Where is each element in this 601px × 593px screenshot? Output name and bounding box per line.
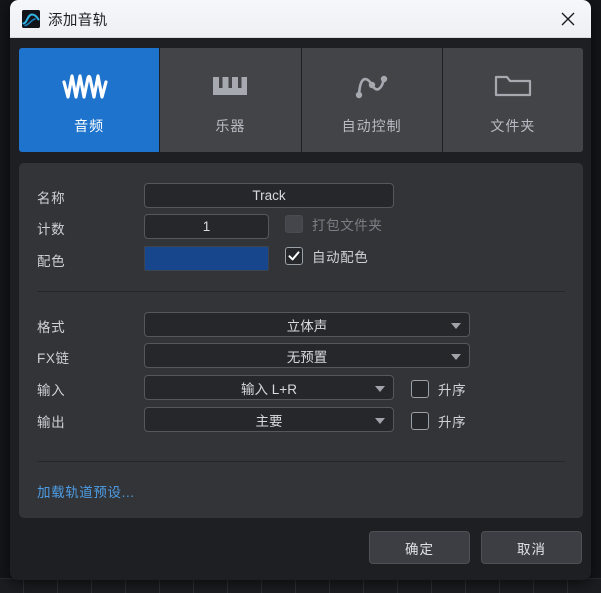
auto-color-checkbox[interactable] <box>285 247 303 265</box>
add-track-dialog: 添加音轨 音频 乐器 自动控制 文件夹 名称 Track 计数 1 打包文件夹 … <box>10 0 591 580</box>
chevron-down-icon <box>451 353 461 360</box>
pack-folder-checkbox <box>285 215 303 233</box>
ruler-tick <box>431 579 432 593</box>
waveform-app-icon <box>22 10 40 28</box>
ruler-tick <box>91 579 92 593</box>
input-ascending-label: 升序 <box>438 383 467 398</box>
ruler-tick <box>23 579 24 593</box>
close-button[interactable] <box>545 0 591 37</box>
chevron-down-icon <box>375 385 385 392</box>
pack-folder-checkbox-row: 打包文件夹 <box>285 214 383 234</box>
track-color-swatch[interactable] <box>144 246 269 271</box>
input-value: 输入 L+R <box>241 381 297 397</box>
tab-automation[interactable]: 自动控制 <box>301 48 442 152</box>
pack-folder-label: 打包文件夹 <box>312 218 383 233</box>
output-ascending-checkbox-row[interactable]: 升序 <box>411 411 466 431</box>
tab-folder-label: 文件夹 <box>490 118 536 134</box>
automation-curve-icon <box>350 64 394 108</box>
timeline-ruler <box>0 578 601 593</box>
close-icon <box>561 12 575 25</box>
ruler-tick <box>567 579 568 593</box>
panel-divider-bottom <box>37 461 565 462</box>
fx-chain-dropdown[interactable]: 无预置 <box>144 343 470 368</box>
output-label: 输出 <box>37 415 66 430</box>
track-settings-panel: 名称 Track 计数 1 打包文件夹 配色 自动配色 格式 立体声 FX链 无… <box>19 163 583 518</box>
fx-chain-value: 无预置 <box>286 349 328 365</box>
track-name-input[interactable]: Track <box>144 183 394 208</box>
name-label: 名称 <box>37 191 66 206</box>
checkmark-icon <box>288 251 300 261</box>
auto-color-checkbox-row[interactable]: 自动配色 <box>285 246 368 266</box>
ruler-tick <box>329 579 330 593</box>
ruler-tick <box>295 579 296 593</box>
format-label: 格式 <box>37 320 66 335</box>
color-label: 配色 <box>37 254 66 269</box>
format-value: 立体声 <box>286 318 328 334</box>
ruler-tick <box>533 579 534 593</box>
tab-folder[interactable]: 文件夹 <box>442 48 583 152</box>
tab-instrument[interactable]: 乐器 <box>160 48 301 152</box>
input-ascending-checkbox-row[interactable]: 升序 <box>411 379 466 399</box>
output-ascending-checkbox[interactable] <box>411 412 429 430</box>
ruler-tick <box>261 579 262 593</box>
output-ascending-label: 升序 <box>438 415 467 430</box>
track-count-input[interactable]: 1 <box>144 214 269 239</box>
input-ascending-checkbox[interactable] <box>411 380 429 398</box>
format-dropdown[interactable]: 立体声 <box>144 312 470 337</box>
output-value: 主要 <box>255 413 283 429</box>
folder-icon <box>490 64 536 108</box>
dialog-title: 添加音轨 <box>48 13 108 29</box>
count-label: 计数 <box>37 222 66 237</box>
fx-chain-label: FX链 <box>37 351 70 366</box>
chevron-down-icon <box>375 417 385 424</box>
chevron-down-icon <box>451 322 461 329</box>
ruler-tick <box>397 579 398 593</box>
track-type-tabs: 音频 乐器 自动控制 文件夹 <box>19 48 583 152</box>
load-track-preset-link[interactable]: 加载轨道预设... <box>37 481 135 501</box>
piano-keys-icon <box>208 64 252 108</box>
panel-divider-top <box>37 291 565 292</box>
auto-color-label: 自动配色 <box>312 250 369 265</box>
audio-waveform-icon <box>60 64 118 108</box>
output-dropdown[interactable]: 主要 <box>144 407 394 432</box>
input-label: 输入 <box>37 383 66 398</box>
tab-instrument-label: 乐器 <box>215 118 246 134</box>
ruler-tick <box>125 579 126 593</box>
tab-audio-label: 音频 <box>74 118 105 134</box>
input-dropdown[interactable]: 输入 L+R <box>144 375 394 400</box>
ruler-tick <box>363 579 364 593</box>
dialog-title-bar: 添加音轨 <box>10 0 591 38</box>
ruler-tick <box>227 579 228 593</box>
ruler-tick <box>57 579 58 593</box>
ok-button[interactable]: 确定 <box>369 531 470 564</box>
ruler-tick <box>193 579 194 593</box>
ruler-tick <box>499 579 500 593</box>
cancel-button[interactable]: 取消 <box>481 531 582 564</box>
ruler-tick <box>159 579 160 593</box>
tab-automation-label: 自动控制 <box>341 118 402 134</box>
ruler-tick <box>465 579 466 593</box>
tab-audio[interactable]: 音频 <box>19 48 160 152</box>
